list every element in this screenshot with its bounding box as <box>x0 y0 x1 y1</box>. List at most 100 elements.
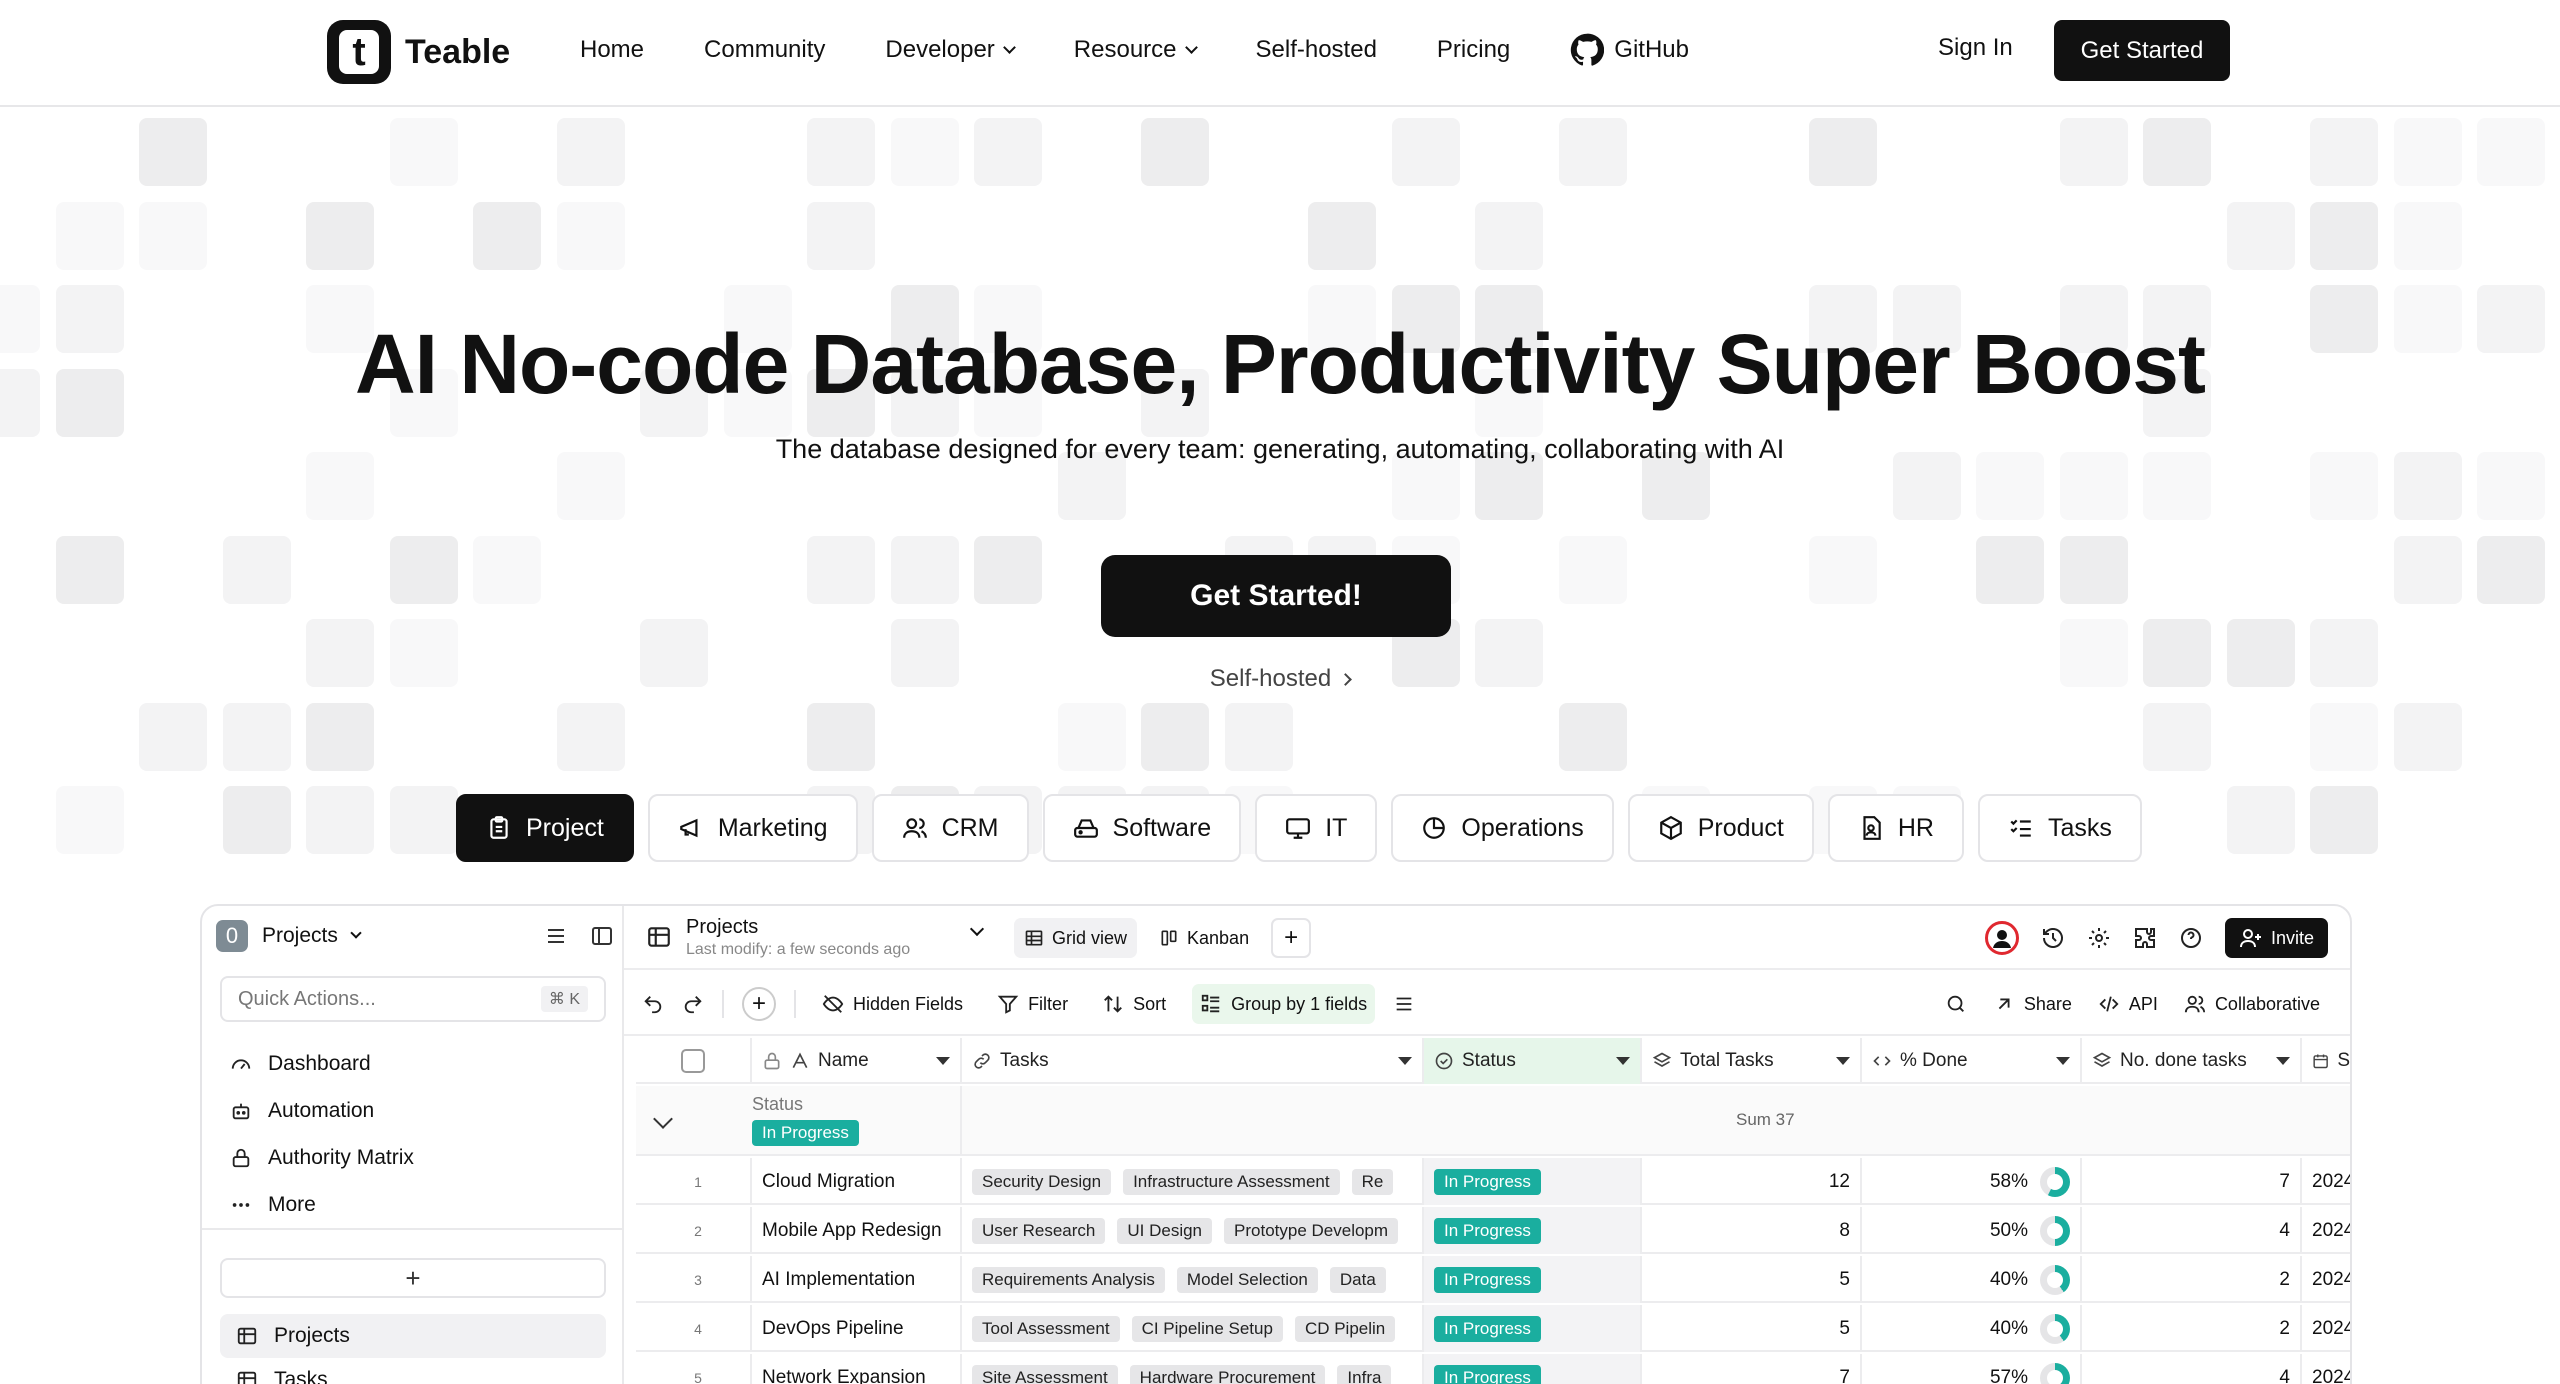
column-header-done-tasks[interactable]: No. done tasks <box>2082 1038 2302 1084</box>
search-icon[interactable] <box>1945 993 1967 1015</box>
done-percent-cell[interactable]: 40% <box>1862 1256 2082 1303</box>
menu-icon[interactable] <box>544 924 568 948</box>
redo-icon[interactable] <box>682 993 704 1015</box>
column-header-total-tasks[interactable]: Total Tasks <box>1642 1038 1862 1084</box>
space-switcher[interactable]: 0 Projects <box>216 916 362 956</box>
sidebar-item-authority-matrix[interactable]: Authority Matrix <box>230 1134 414 1181</box>
tab-software[interactable]: Software <box>1042 794 1242 862</box>
status-cell[interactable]: In Progress <box>1424 1256 1642 1303</box>
name-cell[interactable]: Network Expansion <box>752 1354 962 1384</box>
hero-get-started-button[interactable]: Get Started! <box>1101 555 1451 637</box>
name-cell[interactable]: Mobile App Redesign <box>752 1207 962 1254</box>
plugin-icon[interactable] <box>2133 926 2157 950</box>
hidden-fields-button[interactable]: Hidden Fields <box>814 984 971 1024</box>
tasks-cell[interactable]: Site Assessment Hardware Procurement Infra <box>962 1354 1424 1384</box>
table-title-block[interactable]: Projects Last modify: a few seconds ago <box>646 916 910 959</box>
tasks-cell[interactable]: Requirements Analysis Model Selection Data <box>962 1256 1424 1303</box>
date-cell[interactable]: 2024 <box>2302 1158 2350 1205</box>
group-button[interactable]: Group by 1 fields <box>1192 984 1376 1024</box>
status-cell[interactable]: In Progress <box>1424 1305 1642 1352</box>
tasks-cell[interactable]: User Research UI Design Prototype Developm <box>962 1207 1424 1254</box>
tab-tasks[interactable]: Tasks <box>1977 794 2142 862</box>
history-icon[interactable] <box>2041 926 2065 950</box>
done-tasks-cell[interactable]: 4 <box>2082 1354 2302 1384</box>
table-item-tasks[interactable]: Tasks <box>220 1358 606 1384</box>
sidebar-toggle-icon[interactable] <box>590 924 614 948</box>
date-cell[interactable]: 2024 <box>2302 1256 2350 1303</box>
view-kanban[interactable]: Kanban <box>1149 918 1259 958</box>
view-grid[interactable]: Grid view <box>1014 918 1138 958</box>
tasks-cell[interactable]: Security Design Infrastructure Assessment… <box>962 1158 1424 1205</box>
quick-actions-input[interactable]: Quick Actions... ⌘ K <box>220 976 606 1022</box>
invite-button[interactable]: Invite <box>2224 918 2328 958</box>
name-cell[interactable]: Cloud Migration <box>752 1158 962 1205</box>
table-row[interactable]: 5 Network Expansion Site Assessment Hardwar… <box>636 1354 2350 1384</box>
select-all-checkbox[interactable] <box>681 1049 705 1073</box>
collaborative-button[interactable]: Collaborative <box>2184 984 2320 1024</box>
tab-operations[interactable]: Operations <box>1391 794 1614 862</box>
column-header-date[interactable]: S <box>2302 1038 2350 1084</box>
nav-resource[interactable]: Resource <box>1074 36 1198 64</box>
row-height-icon[interactable] <box>1393 993 1415 1015</box>
row-index-cell[interactable]: 2 <box>636 1207 752 1254</box>
name-cell[interactable]: DevOps Pipeline <box>752 1305 962 1352</box>
chevron-down-icon[interactable] <box>653 1109 673 1129</box>
get-started-button[interactable]: Get Started <box>2054 20 2230 81</box>
self-hosted-link[interactable]: Self-hosted <box>0 665 2560 693</box>
nav-self-hosted[interactable]: Self-hosted <box>1256 36 1377 64</box>
tab-hr[interactable]: HR <box>1827 794 1964 862</box>
tab-product[interactable]: Product <box>1627 794 1814 862</box>
name-cell[interactable]: AI Implementation <box>752 1256 962 1303</box>
done-tasks-cell[interactable]: 7 <box>2082 1158 2302 1205</box>
total-tasks-cell[interactable]: 12 <box>1642 1158 1862 1205</box>
tab-it[interactable]: IT <box>1255 794 1378 862</box>
total-tasks-cell[interactable]: 8 <box>1642 1207 1862 1254</box>
sidebar-item-automation[interactable]: Automation <box>230 1087 414 1134</box>
column-header-tasks[interactable]: Tasks <box>962 1038 1424 1084</box>
brand-logo[interactable]: t Teable <box>327 20 510 84</box>
status-cell[interactable]: In Progress <box>1424 1207 1642 1254</box>
table-row[interactable]: 2 Mobile App Redesign User Research UI Desi… <box>636 1207 2350 1254</box>
add-record-button[interactable]: + <box>742 987 776 1021</box>
nav-developer[interactable]: Developer <box>885 36 1016 64</box>
sort-button[interactable]: Sort <box>1094 984 1174 1024</box>
tab-project[interactable]: Project <box>456 794 634 862</box>
nav-community[interactable]: Community <box>704 36 825 64</box>
row-index-cell[interactable]: 5 <box>636 1354 752 1384</box>
sidebar-item-more[interactable]: More <box>230 1181 414 1228</box>
api-button[interactable]: API <box>2098 984 2158 1024</box>
date-cell[interactable]: 2024 <box>2302 1305 2350 1352</box>
tab-marketing[interactable]: Marketing <box>647 794 858 862</box>
row-index-cell[interactable]: 1 <box>636 1158 752 1205</box>
done-tasks-cell[interactable]: 2 <box>2082 1256 2302 1303</box>
sign-in-link[interactable]: Sign In <box>1938 34 2013 62</box>
row-index-cell[interactable]: 4 <box>636 1305 752 1352</box>
nav-home[interactable]: Home <box>580 36 644 64</box>
date-cell[interactable]: 2024 <box>2302 1354 2350 1384</box>
add-view-button[interactable]: + <box>1271 918 1312 958</box>
sidebar-item-dashboard[interactable]: Dashboard <box>230 1040 414 1087</box>
table-row[interactable]: 4 DevOps Pipeline Tool Assessment CI Pipeli… <box>636 1305 2350 1352</box>
column-header-status[interactable]: Status <box>1424 1038 1642 1084</box>
nav-github[interactable]: GitHub <box>1570 33 1689 67</box>
gear-icon[interactable] <box>2087 926 2111 950</box>
done-percent-cell[interactable]: 40% <box>1862 1305 2082 1352</box>
nav-pricing[interactable]: Pricing <box>1437 36 1510 64</box>
done-tasks-cell[interactable]: 2 <box>2082 1305 2302 1352</box>
total-tasks-cell[interactable]: 5 <box>1642 1256 1862 1303</box>
tab-crm[interactable]: CRM <box>871 794 1029 862</box>
done-percent-cell[interactable]: 57% <box>1862 1354 2082 1384</box>
status-cell[interactable]: In Progress <box>1424 1158 1642 1205</box>
table-row[interactable]: 1 Cloud Migration Security Design Infrastru… <box>636 1158 2350 1205</box>
total-tasks-cell[interactable]: 7 <box>1642 1354 1862 1384</box>
avatar[interactable] <box>1984 921 2019 955</box>
done-tasks-cell[interactable]: 4 <box>2082 1207 2302 1254</box>
column-header-name[interactable]: Name <box>752 1038 962 1084</box>
filter-button[interactable]: Filter <box>989 984 1076 1024</box>
undo-icon[interactable] <box>642 993 664 1015</box>
status-cell[interactable]: In Progress <box>1424 1354 1642 1384</box>
table-row[interactable]: 3 AI Implementation Requirements Analysis M… <box>636 1256 2350 1303</box>
row-index-cell[interactable]: 3 <box>636 1256 752 1303</box>
chevron-down-icon[interactable] <box>969 921 985 937</box>
share-button[interactable]: Share <box>1993 984 2072 1024</box>
